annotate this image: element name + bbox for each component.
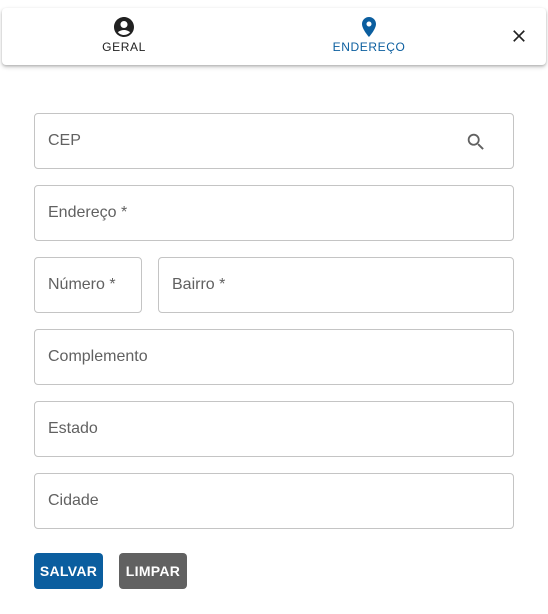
numero-input[interactable] [35, 258, 141, 312]
account-circle-icon [114, 17, 134, 37]
save-button[interactable]: SALVAR [34, 553, 103, 589]
endereco-input[interactable] [35, 186, 513, 240]
estado-field [34, 401, 514, 457]
clear-button[interactable]: LIMPAR [119, 553, 187, 589]
tab-endereco[interactable]: ENDEREÇO [299, 8, 439, 65]
tab-geral-label: GERAL [102, 40, 146, 54]
estado-input[interactable] [35, 402, 513, 456]
bairro-input[interactable] [159, 258, 513, 312]
complemento-field [34, 329, 514, 385]
cep-field [34, 113, 514, 169]
cidade-input[interactable] [35, 474, 513, 528]
cidade-field [34, 473, 514, 529]
tab-geral[interactable]: GERAL [54, 8, 194, 65]
numero-field [34, 257, 142, 313]
bairro-field [158, 257, 514, 313]
map-pin-icon [362, 17, 376, 37]
complemento-input[interactable] [35, 330, 513, 384]
close-icon [513, 30, 525, 42]
search-icon[interactable] [465, 131, 487, 153]
tab-bar: GERAL ENDEREÇO [2, 8, 546, 65]
endereco-field [34, 185, 514, 241]
tab-endereco-label: ENDEREÇO [332, 40, 406, 54]
cep-input[interactable] [35, 114, 513, 168]
close-button[interactable] [505, 22, 533, 50]
